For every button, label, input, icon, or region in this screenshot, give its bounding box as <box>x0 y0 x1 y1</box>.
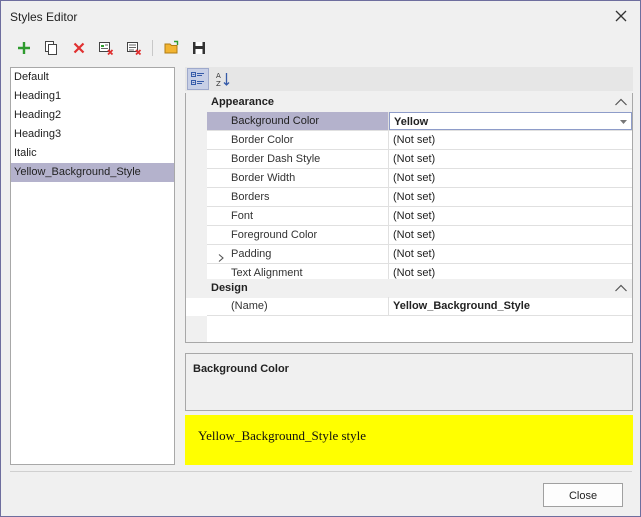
save-icon <box>193 42 205 54</box>
chevron-right-icon[interactable] <box>217 250 225 262</box>
style-list[interactable]: Default Heading1 Heading2 Heading3 Itali… <box>10 67 175 465</box>
property-value: Yellow <box>394 116 429 128</box>
property-row-border-dash-style[interactable]: Border Dash Style (Not set) <box>207 150 632 169</box>
folder-open-icon <box>164 40 179 54</box>
title-bar: Styles Editor <box>1 1 640 31</box>
property-value[interactable]: (Not set) <box>389 207 632 225</box>
property-value[interactable]: (Not set) <box>389 245 632 263</box>
sort-alphabetical-icon: A Z <box>216 72 230 87</box>
property-name: Font <box>207 207 389 225</box>
property-row-borders[interactable]: Borders (Not set) <box>207 188 632 207</box>
clear-all-button[interactable] <box>123 37 145 59</box>
svg-text:A: A <box>216 72 221 80</box>
clear-unused-icon <box>99 42 114 56</box>
property-value[interactable]: (Not set) <box>389 169 632 187</box>
property-value[interactable]: Yellow_Background_Style <box>389 297 632 315</box>
plus-icon <box>18 42 30 54</box>
property-row-foreground-color[interactable]: Foreground Color (Not set) <box>207 226 632 245</box>
property-name: (Name) <box>207 297 389 315</box>
add-style-button[interactable] <box>13 37 35 59</box>
property-value[interactable]: (Not set) <box>389 226 632 244</box>
copy-icon <box>45 41 57 55</box>
property-grid-gutter <box>186 316 207 342</box>
property-row-background-color[interactable]: Background Color Yellow <box>207 112 632 131</box>
delete-icon <box>73 42 85 54</box>
style-list-item-selected[interactable]: Yellow_Background_Style <box>11 163 174 182</box>
collapse-icon[interactable] <box>614 96 628 108</box>
property-name: Border Dash Style <box>207 150 389 168</box>
property-row-border-width[interactable]: Border Width (Not set) <box>207 169 632 188</box>
style-list-item[interactable]: Heading2 <box>11 106 174 125</box>
style-list-item[interactable]: Default <box>11 68 174 87</box>
property-grid: Appearance Background Color Yellow Borde… <box>185 93 633 343</box>
style-preview: Yellow_Background_Style style <box>185 415 633 465</box>
property-value[interactable]: (Not set) <box>389 188 632 206</box>
property-name: Foreground Color <box>207 226 389 244</box>
svg-text:Z: Z <box>216 80 221 87</box>
window-title: Styles Editor <box>10 10 78 24</box>
property-name: Border Width <box>207 169 389 187</box>
delete-style-button[interactable] <box>68 37 90 59</box>
collapse-icon[interactable] <box>614 282 628 294</box>
category-design[interactable]: Design <box>186 279 632 298</box>
styles-editor-window: Styles Editor Default Heading1 Heading2 … <box>0 0 641 517</box>
close-icon <box>615 10 627 22</box>
property-value[interactable]: (Not set) <box>389 131 632 149</box>
property-grid-gutter <box>186 112 207 297</box>
description-panel: Background Color <box>185 353 633 411</box>
style-list-item[interactable]: Heading1 <box>11 87 174 106</box>
description-title: Background Color <box>193 363 289 375</box>
preview-text: Yellow_Background_Style style <box>198 428 367 443</box>
window-close-button[interactable] <box>610 5 632 27</box>
clear-all-icon <box>127 42 142 56</box>
style-list-item[interactable]: Heading3 <box>11 125 174 144</box>
categorized-view-button[interactable] <box>187 68 209 90</box>
save-file-button[interactable] <box>188 37 210 59</box>
property-name: Border Color <box>207 131 389 149</box>
property-name: Borders <box>207 188 389 206</box>
property-row-font[interactable]: Font (Not set) <box>207 207 632 226</box>
category-appearance[interactable]: Appearance <box>186 93 632 112</box>
property-name: Background Color <box>207 112 389 130</box>
property-row-border-color[interactable]: Border Color (Not set) <box>207 131 632 150</box>
property-row-name[interactable]: (Name) Yellow_Background_Style <box>207 297 632 316</box>
property-grid-toolbar: A Z <box>185 67 633 91</box>
property-value[interactable]: (Not set) <box>389 150 632 168</box>
categorized-icon <box>191 72 204 85</box>
property-name-label: Padding <box>231 248 272 260</box>
footer-divider <box>10 471 632 472</box>
remove-unused-button[interactable] <box>95 37 117 59</box>
category-label: Appearance <box>211 96 274 108</box>
property-row-padding[interactable]: Padding (Not set) <box>207 245 632 264</box>
property-name: Padding <box>207 245 389 263</box>
dropdown-arrow-icon[interactable] <box>620 120 627 124</box>
copy-style-button[interactable] <box>40 37 62 59</box>
open-file-button[interactable] <box>161 37 183 59</box>
category-label: Design <box>211 282 248 294</box>
alphabetical-view-button[interactable]: A Z <box>212 68 234 90</box>
property-value-editor[interactable]: Yellow <box>389 112 632 130</box>
toolbar-separator <box>152 40 153 56</box>
style-list-item[interactable]: Italic <box>11 144 174 163</box>
close-button[interactable]: Close <box>543 483 623 507</box>
